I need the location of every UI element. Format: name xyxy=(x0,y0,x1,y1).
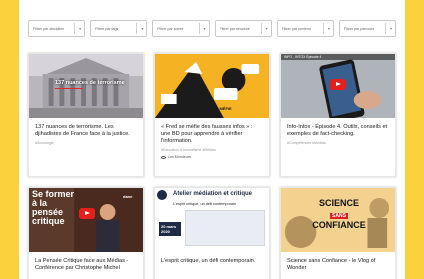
card-title[interactable]: Science sans Confiance - le Vlog of Wond… xyxy=(287,258,389,272)
filter-divider xyxy=(385,23,387,34)
chevron-down-icon: ▾ xyxy=(141,26,144,31)
card-author: Les Mondeurs xyxy=(161,155,263,159)
thumbnail-date-badge: 20 mars 2020 xyxy=(159,222,181,236)
thumbnail-title: Se former à la pensée critique xyxy=(32,190,74,226)
play-triangle xyxy=(85,211,90,215)
thumbnail-caption: 137 nuances de terrorisme xyxy=(55,80,125,86)
card-title[interactable]: La Pensée Critique face aux Médias - Con… xyxy=(35,258,137,272)
card-title[interactable]: L'esprit critique, un défi contemporain. xyxy=(161,258,263,265)
filter-placeholder: Filtrer par parcours xyxy=(343,26,375,31)
card-title[interactable]: 137 nuances de terrorisme. Les djihadist… xyxy=(35,124,137,138)
filter-placeholder: Filtrer par contenu xyxy=(281,26,311,31)
resource-card[interactable]: Atelier médiation et critique L'esprit c… xyxy=(154,187,270,279)
card-thumbnail[interactable]: 137 nuances de terrorisme xyxy=(29,54,143,118)
thumbnail-line: critique xyxy=(32,216,65,226)
filter-divider xyxy=(260,23,262,34)
filter-divider xyxy=(322,23,324,34)
filter-discipline-select[interactable]: Filtrer par discipline ▾ xyxy=(28,20,86,37)
filter-parcours-select[interactable]: Filtrer par parcours ▾ xyxy=(338,20,397,37)
thumbnail-badge: dane xyxy=(123,194,133,199)
chevron-down-icon: ▾ xyxy=(265,26,268,31)
chevron-down-icon: ▾ xyxy=(203,26,206,31)
play-button-icon[interactable] xyxy=(330,79,346,90)
resource-card[interactable]: INFO - INTOX Épisode 4 Info-Intox - Épis… xyxy=(280,53,396,177)
card-thumbnail[interactable]: INFO - INTOX Épisode 4 xyxy=(281,54,395,118)
red-rule xyxy=(55,88,83,89)
thumbnail-line: SCIENCE xyxy=(318,198,359,208)
resource-card[interactable]: SCIENCE SANS CONFIANCE Science sans Conf… xyxy=(280,187,396,279)
courthouse-image xyxy=(29,54,143,118)
filter-tags-select[interactable]: Filtrer par tags ▾ xyxy=(90,20,148,37)
resource-card[interactable]: Se former à la pensée critique dane La P… xyxy=(28,187,144,279)
content-panel: Filtrer par discipline ▾ Filtrer par tag… xyxy=(19,0,405,279)
chevron-down-icon: ▾ xyxy=(327,26,330,31)
logo-icon xyxy=(157,190,167,200)
thumbnail-heading: Atelier médiation et critique xyxy=(173,191,253,197)
thumbnail-line: SANS xyxy=(330,213,348,219)
thumbnail-title: SCIENCE SANS CONFIANCE xyxy=(303,198,375,231)
play-button-icon[interactable] xyxy=(79,208,95,219)
thumbnail-subheading: L'esprit critique, un défi contemporain xyxy=(173,202,236,206)
filter-divider xyxy=(198,23,200,34)
card-tags: #Education #Journalisme #Médias xyxy=(161,148,216,152)
filter-placeholder: Filtrer par tags xyxy=(95,26,119,31)
card-thumbnail[interactable]: FRED SE MÉFIE xyxy=(155,54,269,118)
card-thumbnail[interactable]: SCIENCE SANS CONFIANCE xyxy=(281,188,395,252)
slide-image-placeholder xyxy=(185,210,265,246)
chevron-down-icon: ▾ xyxy=(79,26,82,31)
card-title[interactable]: Info-Intox - Épisode 4. Outils, conseils… xyxy=(287,124,389,138)
card-thumbnail[interactable]: Se former à la pensée critique dane xyxy=(29,188,143,252)
card-title[interactable]: « Fred se méfie des fausses infos » : un… xyxy=(161,124,263,145)
author-name: Les Mondeurs xyxy=(168,155,191,159)
filter-bar: Filtrer par discipline ▾ Filtrer par tag… xyxy=(28,20,397,37)
filter-contenu-select[interactable]: Filtrer par contenu ▾ xyxy=(276,20,334,37)
thumbnail-caption: FRED SE MÉFIE xyxy=(201,106,232,111)
filter-structure-select[interactable]: Filtrer par structure ▾ xyxy=(214,20,272,37)
filter-placeholder: Filtrer par structure xyxy=(219,26,250,31)
card-tags: #Compétences #Médias xyxy=(287,141,326,145)
play-triangle xyxy=(336,82,341,86)
thumbnail-caption: INFO - INTOX Épisode 4 xyxy=(284,55,322,59)
chevron-down-icon: ▾ xyxy=(390,26,393,31)
eye-icon xyxy=(161,155,166,159)
resource-card[interactable]: FRED SE MÉFIE « Fred se méfie des fausse… xyxy=(154,53,270,177)
filter-soiree-select[interactable]: Filtrer par soiree ▾ xyxy=(152,20,210,37)
filter-placeholder: Filtrer par discipline xyxy=(33,26,65,31)
card-tags: #Sociologie xyxy=(35,141,54,145)
thumbnail-line: CONFIANCE xyxy=(312,220,366,230)
filter-divider xyxy=(136,23,138,34)
filter-divider xyxy=(74,23,76,34)
card-thumbnail[interactable]: Atelier médiation et critique L'esprit c… xyxy=(155,188,269,252)
filter-placeholder: Filtrer par soiree xyxy=(157,26,184,31)
resource-card[interactable]: 137 nuances de terrorisme 137 nuances de… xyxy=(28,53,144,177)
